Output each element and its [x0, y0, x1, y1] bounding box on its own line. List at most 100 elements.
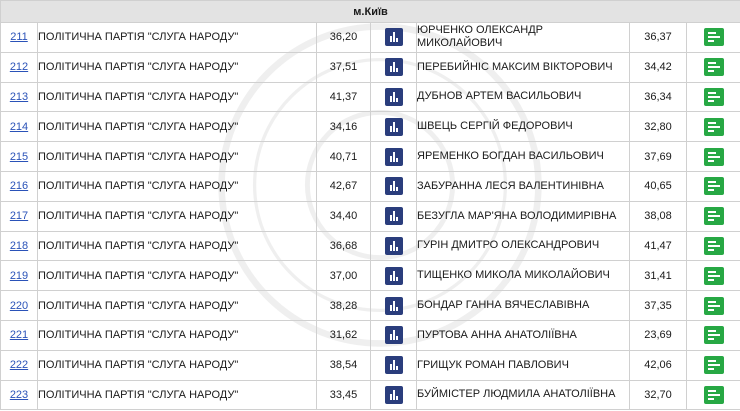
table-row: 212 ПОЛІТИЧНА ПАРТІЯ "СЛУГА НАРОДУ" 37,5… — [0, 51, 740, 83]
district-number-link[interactable]: 221 — [10, 329, 28, 341]
details-list-icon[interactable] — [703, 266, 724, 285]
table-row: 214 ПОЛІТИЧНА ПАРТІЯ "СЛУГА НАРОДУ" 34,1… — [0, 111, 740, 143]
district-number-link[interactable]: 217 — [10, 210, 28, 222]
details-list-icon[interactable] — [703, 385, 724, 404]
party-name: ПОЛІТИЧНА ПАРТІЯ "СЛУГА НАРОДУ" — [37, 379, 317, 411]
district-number-link[interactable]: 222 — [10, 359, 28, 371]
candidate-percent: 36,34 — [629, 81, 687, 113]
bar-chart-icon[interactable] — [384, 385, 403, 404]
party-percent: 37,51 — [316, 51, 371, 83]
details-list-icon[interactable] — [703, 87, 724, 106]
district-number-link[interactable]: 216 — [10, 180, 28, 192]
candidate-percent: 40,65 — [629, 170, 687, 202]
details-list-icon[interactable] — [703, 28, 724, 47]
party-percent: 38,28 — [316, 290, 371, 321]
district-number-link[interactable]: 215 — [10, 151, 28, 163]
party-percent: 37,00 — [316, 260, 371, 292]
candidate-name: ЗАБУРАННА ЛЕСЯ ВАЛЕНТИНІВНА — [416, 170, 630, 202]
party-percent: 34,16 — [316, 111, 371, 143]
candidate-percent: 37,69 — [629, 141, 687, 172]
details-list-icon[interactable] — [703, 58, 724, 77]
candidate-name: ЯРЕМЕНКО БОГДАН ВАСИЛЬОВИЧ — [416, 141, 630, 172]
district-number-link[interactable]: 211 — [10, 31, 28, 43]
candidate-name: ГРИЩУК РОМАН ПАВЛОВИЧ — [416, 349, 630, 381]
bar-chart-icon[interactable] — [384, 147, 403, 166]
district-number-link[interactable]: 214 — [10, 121, 28, 133]
party-percent: 31,62 — [316, 319, 371, 351]
candidate-name: ТИЩЕНКО МИКОЛА МИКОЛАЙОВИЧ — [416, 260, 630, 292]
bar-chart-icon[interactable] — [384, 356, 403, 375]
party-percent: 40,71 — [316, 141, 371, 172]
candidate-name: ГУРІН ДМИТРО ОЛЕКСАНДРОВИЧ — [416, 230, 630, 262]
details-list-icon[interactable] — [703, 326, 724, 345]
party-name: ПОЛІТИЧНА ПАРТІЯ "СЛУГА НАРОДУ" — [37, 260, 317, 292]
district-number-link[interactable]: 223 — [10, 389, 28, 401]
candidate-name: ПЕРЕБИЙНІС МАКСИМ ВІКТОРОВИЧ — [416, 51, 630, 83]
table-row: 222 ПОЛІТИЧНА ПАРТІЯ "СЛУГА НАРОДУ" 38,5… — [0, 349, 740, 381]
candidate-percent: 34,42 — [629, 51, 687, 83]
candidate-percent: 32,80 — [629, 111, 687, 143]
table-row: 217 ПОЛІТИЧНА ПАРТІЯ "СЛУГА НАРОДУ" 34,4… — [0, 200, 740, 232]
party-name: ПОЛІТИЧНА ПАРТІЯ "СЛУГА НАРОДУ" — [37, 349, 317, 381]
bar-chart-icon[interactable] — [384, 296, 403, 315]
candidate-name: ДУБНОВ АРТЕМ ВАСИЛЬОВИЧ — [416, 81, 630, 113]
bar-chart-icon[interactable] — [384, 28, 403, 47]
district-number-link[interactable]: 213 — [10, 91, 28, 103]
candidate-name: БОНДАР ГАННА ВЯЧЕСЛАВІВНА — [416, 290, 630, 321]
table-row: 221 ПОЛІТИЧНА ПАРТІЯ "СЛУГА НАРОДУ" 31,6… — [0, 319, 740, 351]
district-number-link[interactable]: 218 — [10, 240, 28, 252]
party-percent: 38,54 — [316, 349, 371, 381]
details-list-icon[interactable] — [703, 296, 724, 315]
party-name: ПОЛІТИЧНА ПАРТІЯ "СЛУГА НАРОДУ" — [37, 51, 317, 83]
details-list-icon[interactable] — [703, 147, 724, 166]
district-number-link[interactable]: 212 — [10, 61, 28, 73]
candidate-percent: 41,47 — [629, 230, 687, 262]
table-row: 211 ПОЛІТИЧНА ПАРТІЯ "СЛУГА НАРОДУ" 36,2… — [0, 22, 740, 53]
candidate-percent: 32,70 — [629, 379, 687, 411]
table-row: 216 ПОЛІТИЧНА ПАРТІЯ "СЛУГА НАРОДУ" 42,6… — [0, 170, 740, 202]
party-name: ПОЛІТИЧНА ПАРТІЯ "СЛУГА НАРОДУ" — [37, 111, 317, 143]
party-name: ПОЛІТИЧНА ПАРТІЯ "СЛУГА НАРОДУ" — [37, 319, 317, 351]
bar-chart-icon[interactable] — [384, 58, 403, 77]
candidate-percent: 38,08 — [629, 200, 687, 232]
party-name: ПОЛІТИЧНА ПАРТІЯ "СЛУГА НАРОДУ" — [37, 170, 317, 202]
candidate-percent: 23,69 — [629, 319, 687, 351]
table-row: 219 ПОЛІТИЧНА ПАРТІЯ "СЛУГА НАРОДУ" 37,0… — [0, 260, 740, 292]
bar-chart-icon[interactable] — [384, 207, 403, 226]
party-percent: 36,20 — [316, 22, 371, 53]
candidate-percent: 42,06 — [629, 349, 687, 381]
candidate-percent: 36,37 — [629, 22, 687, 53]
party-percent: 33,45 — [316, 379, 371, 411]
bar-chart-icon[interactable] — [384, 87, 403, 106]
candidate-name: ЮРЧЕНКО ОЛЕКСАНДР МИКОЛАЙОВИЧ — [416, 22, 630, 53]
candidate-name: БУЙМІСТЕР ЛЮДМИЛА АНАТОЛІЇВНА — [416, 379, 630, 411]
bar-chart-icon[interactable] — [384, 177, 403, 196]
party-name: ПОЛІТИЧНА ПАРТІЯ "СЛУГА НАРОДУ" — [37, 141, 317, 172]
party-percent: 36,68 — [316, 230, 371, 262]
region-header: м.Київ — [0, 0, 740, 23]
table-row: 220 ПОЛІТИЧНА ПАРТІЯ "СЛУГА НАРОДУ" 38,2… — [0, 290, 740, 321]
party-name: ПОЛІТИЧНА ПАРТІЯ "СЛУГА НАРОДУ" — [37, 81, 317, 113]
candidate-name: ПУРТОВА АННА АНАТОЛІЇВНА — [416, 319, 630, 351]
candidate-percent: 31,41 — [629, 260, 687, 292]
details-list-icon[interactable] — [703, 207, 724, 226]
district-number-link[interactable]: 219 — [10, 270, 28, 282]
bar-chart-icon[interactable] — [384, 326, 403, 345]
details-list-icon[interactable] — [703, 177, 724, 196]
details-list-icon[interactable] — [703, 117, 724, 136]
details-list-icon[interactable] — [703, 236, 724, 255]
party-name: ПОЛІТИЧНА ПАРТІЯ "СЛУГА НАРОДУ" — [37, 290, 317, 321]
candidate-name: ШВЕЦЬ СЕРГІЙ ФЕДОРОВИЧ — [416, 111, 630, 143]
candidate-name: БЕЗУГЛА МАР'ЯНА ВОЛОДИМИРІВНА — [416, 200, 630, 232]
party-percent: 42,67 — [316, 170, 371, 202]
table-row: 223 ПОЛІТИЧНА ПАРТІЯ "СЛУГА НАРОДУ" 33,4… — [0, 379, 740, 411]
district-number-link[interactable]: 220 — [10, 300, 28, 312]
table-row: 215 ПОЛІТИЧНА ПАРТІЯ "СЛУГА НАРОДУ" 40,7… — [0, 141, 740, 172]
bar-chart-icon[interactable] — [384, 266, 403, 285]
party-name: ПОЛІТИЧНА ПАРТІЯ "СЛУГА НАРОДУ" — [37, 230, 317, 262]
table-row: 218 ПОЛІТИЧНА ПАРТІЯ "СЛУГА НАРОДУ" 36,6… — [0, 230, 740, 262]
bar-chart-icon[interactable] — [384, 236, 403, 255]
party-percent: 41,37 — [316, 81, 371, 113]
bar-chart-icon[interactable] — [384, 117, 403, 136]
details-list-icon[interactable] — [703, 356, 724, 375]
